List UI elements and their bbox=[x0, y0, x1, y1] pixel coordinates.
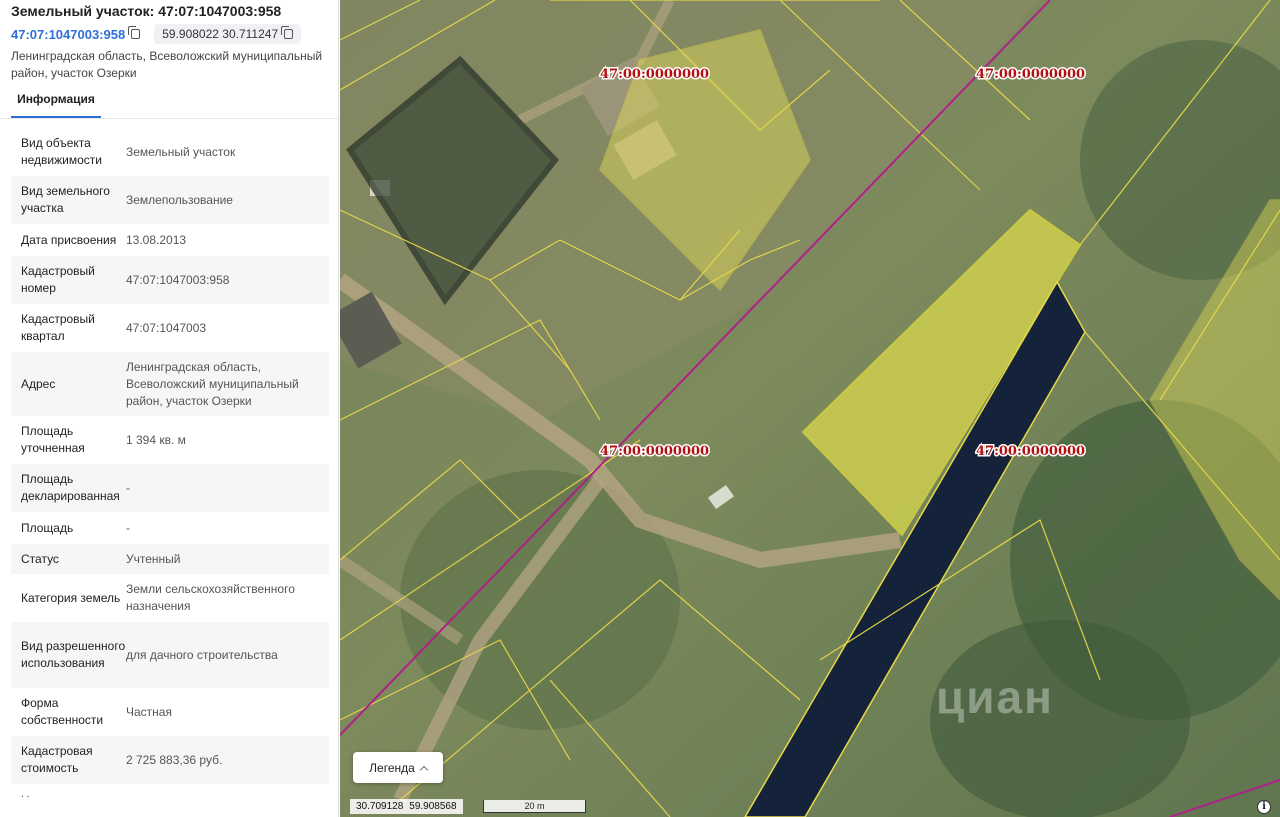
coordinates-text: 59.908022 30.711247 bbox=[162, 27, 279, 41]
row-value: 13.08.2013 bbox=[126, 232, 187, 247]
table-row-partial: . . bbox=[11, 784, 329, 804]
table-row: Вид объекта недвижимости Земельный участо… bbox=[11, 128, 329, 176]
longitude-readout: 30.709128 bbox=[356, 801, 404, 812]
properties-table: Вид объекта недвижимости Земельный участо… bbox=[11, 128, 329, 804]
table-row: Вид земельного участка Землепользование bbox=[11, 176, 329, 224]
row-label: Кадастровая стоимость bbox=[21, 744, 93, 775]
table-row: Дата присвоения 13.08.2013 bbox=[11, 224, 329, 256]
info-panel: Земельный участок: 47:07:1047003:958 47:… bbox=[0, 0, 339, 817]
table-row: Кадастровый номер 47:07:1047003:958 bbox=[11, 256, 329, 304]
row-value: Землепользование bbox=[126, 192, 233, 207]
table-row: Вид разрешенного использования для дачног… bbox=[11, 622, 329, 688]
row-value: - bbox=[126, 480, 130, 495]
map-view[interactable]: 47:00:0000000 47:00:0000000 47:00:000000… bbox=[340, 0, 1280, 817]
tab-divider bbox=[0, 118, 338, 119]
page-title: Земельный участок: 47:07:1047003:958 bbox=[11, 3, 282, 19]
row-value: 1 394 кв. м bbox=[126, 432, 186, 447]
copy-icon[interactable] bbox=[281, 26, 294, 39]
table-row: Адрес Ленинградская область, Всеволожский… bbox=[11, 352, 329, 416]
info-icon[interactable]: i bbox=[1257, 800, 1271, 814]
coordinates-chip[interactable]: 59.908022 30.711247 bbox=[154, 24, 302, 44]
row-label: Кадастровый номер bbox=[21, 264, 95, 295]
row-value: Учтенный bbox=[126, 551, 181, 566]
row-label: Площадь декларированная bbox=[21, 472, 120, 503]
row-value: Частная bbox=[126, 704, 172, 719]
table-row: Кадастровый квартал 47:07:1047003 bbox=[11, 304, 329, 352]
row-label: Категория земель bbox=[21, 590, 121, 605]
legend-button[interactable]: Легенда bbox=[353, 752, 443, 783]
address-text: Ленинградская область, Всеволожский муни… bbox=[11, 49, 323, 80]
row-value: - bbox=[126, 520, 130, 535]
row-label: Вид земельного участка bbox=[21, 184, 110, 215]
row-label: Дата присвоения bbox=[21, 232, 117, 247]
legend-label: Легенда bbox=[369, 760, 415, 775]
table-row: Кадастровая стоимость 2 725 883,36 руб. bbox=[11, 736, 329, 784]
identifier-row: 47:07:1047003:958 59.908022 30.711247 bbox=[11, 24, 302, 44]
row-value: Земельный участок bbox=[126, 144, 236, 159]
row-label: Вид объекта недвижимости bbox=[21, 136, 102, 167]
copy-icon[interactable] bbox=[128, 26, 141, 39]
row-label: Площадь уточненная bbox=[21, 424, 85, 455]
cursor-coordinates: 30.709128 59.908568 bbox=[350, 799, 463, 814]
watermark-logo: циан bbox=[936, 671, 1054, 723]
row-value: для дачного строительства bbox=[126, 647, 278, 662]
cadastral-quarter-label: 47:00:0000000 bbox=[976, 444, 1085, 459]
latitude-readout: 59.908568 bbox=[409, 801, 457, 812]
satellite-map[interactable]: 47:00:0000000 47:00:0000000 47:00:000000… bbox=[340, 0, 1280, 817]
row-label: Площадь bbox=[21, 520, 74, 535]
row-value: 2 725 883,36 руб. bbox=[126, 752, 223, 767]
table-row: Площадь - bbox=[11, 512, 329, 544]
table-row: Статус Учтенный bbox=[11, 544, 329, 574]
tab-info[interactable]: Информация bbox=[11, 92, 101, 118]
cadastral-number-link[interactable]: 47:07:1047003:958 bbox=[11, 27, 125, 42]
table-row: Площадь уточненная 1 394 кв. м bbox=[11, 416, 329, 464]
row-label: Вид разрешенного использования bbox=[21, 639, 126, 670]
table-row: Форма собственности Частная bbox=[11, 688, 329, 736]
row-label: . . bbox=[21, 788, 30, 800]
row-label: Кадастровый квартал bbox=[21, 312, 95, 343]
scale-bar: 20 m bbox=[483, 800, 586, 813]
cadastral-quarter-label: 47:00:0000000 bbox=[600, 444, 709, 459]
row-value: 47:07:1047003:958 bbox=[126, 272, 230, 287]
row-label: Форма собственности bbox=[21, 696, 104, 727]
chevron-up-icon bbox=[419, 765, 429, 774]
table-row: Категория земель Земли сельскохозяйственн… bbox=[11, 574, 329, 622]
cadastral-quarter-label: 47:00:0000000 bbox=[600, 67, 709, 82]
row-value: Ленинградская область, Всеволожский муни… bbox=[126, 359, 299, 408]
row-label: Статус bbox=[21, 551, 59, 566]
cadastral-quarter-label: 47:00:0000000 bbox=[976, 67, 1085, 82]
row-value: 47:07:1047003 bbox=[126, 320, 207, 335]
row-value: Земли сельскохозяйственного назначения bbox=[126, 582, 295, 613]
row-label: Адрес bbox=[21, 376, 56, 391]
table-row: Площадь декларированная - bbox=[11, 464, 329, 512]
